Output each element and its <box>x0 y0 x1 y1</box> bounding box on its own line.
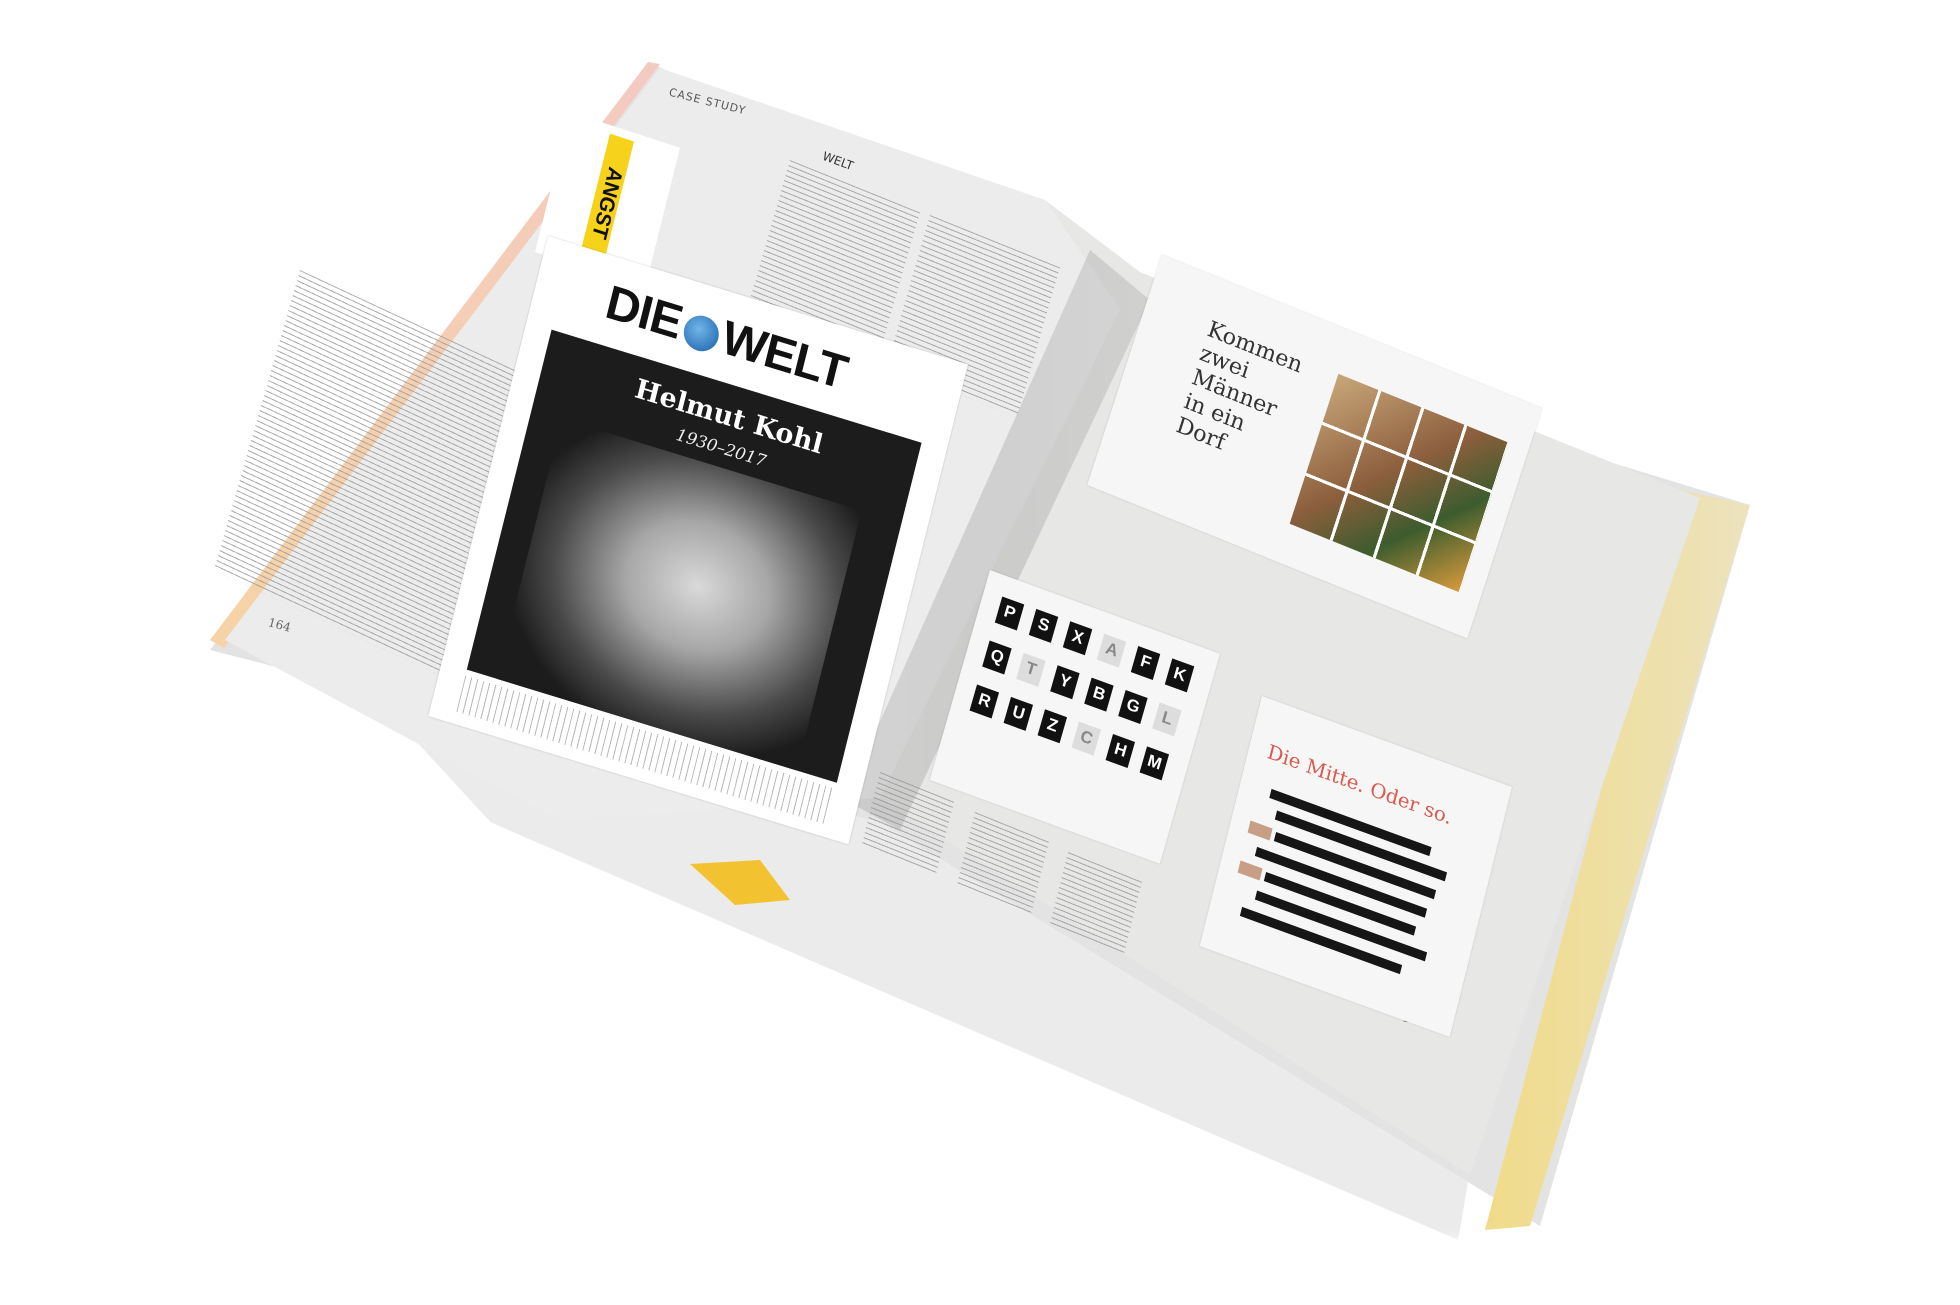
letter-tile: U <box>1003 696 1034 731</box>
book-photo: CASE STUDY WELT 164 165 ANGST DIEWELT He… <box>0 0 1960 1305</box>
letter-tile: T <box>1016 652 1046 687</box>
letter-tile: Z <box>1037 709 1068 744</box>
letter-tile: B <box>1084 677 1114 712</box>
masthead-die: DIE <box>600 274 688 349</box>
globe-icon <box>679 310 723 356</box>
letter-tile: K <box>1164 658 1195 693</box>
letter-tile: P <box>994 596 1025 631</box>
letter-tile: Q <box>982 640 1012 675</box>
forum-thumb <box>1247 820 1273 841</box>
forum-thumb <box>1237 860 1263 881</box>
letter-tile: S <box>1028 608 1059 643</box>
letter-tile: R <box>969 684 1000 719</box>
photo-grid-overlay <box>1289 373 1509 593</box>
letter-tile: H <box>1105 734 1136 769</box>
letter-tile: G <box>1118 690 1148 725</box>
letter-tile: M <box>1139 746 1170 781</box>
letter-tile: A <box>1096 633 1127 668</box>
letter-tile: L <box>1152 702 1182 737</box>
letter-tile: X <box>1062 621 1093 656</box>
letter-tile: C <box>1071 721 1102 756</box>
letter-tile: F <box>1130 646 1161 681</box>
story-title: Kommen zwei Männer in ein Dorf <box>1173 316 1306 456</box>
letter-tile: Y <box>1050 665 1080 700</box>
